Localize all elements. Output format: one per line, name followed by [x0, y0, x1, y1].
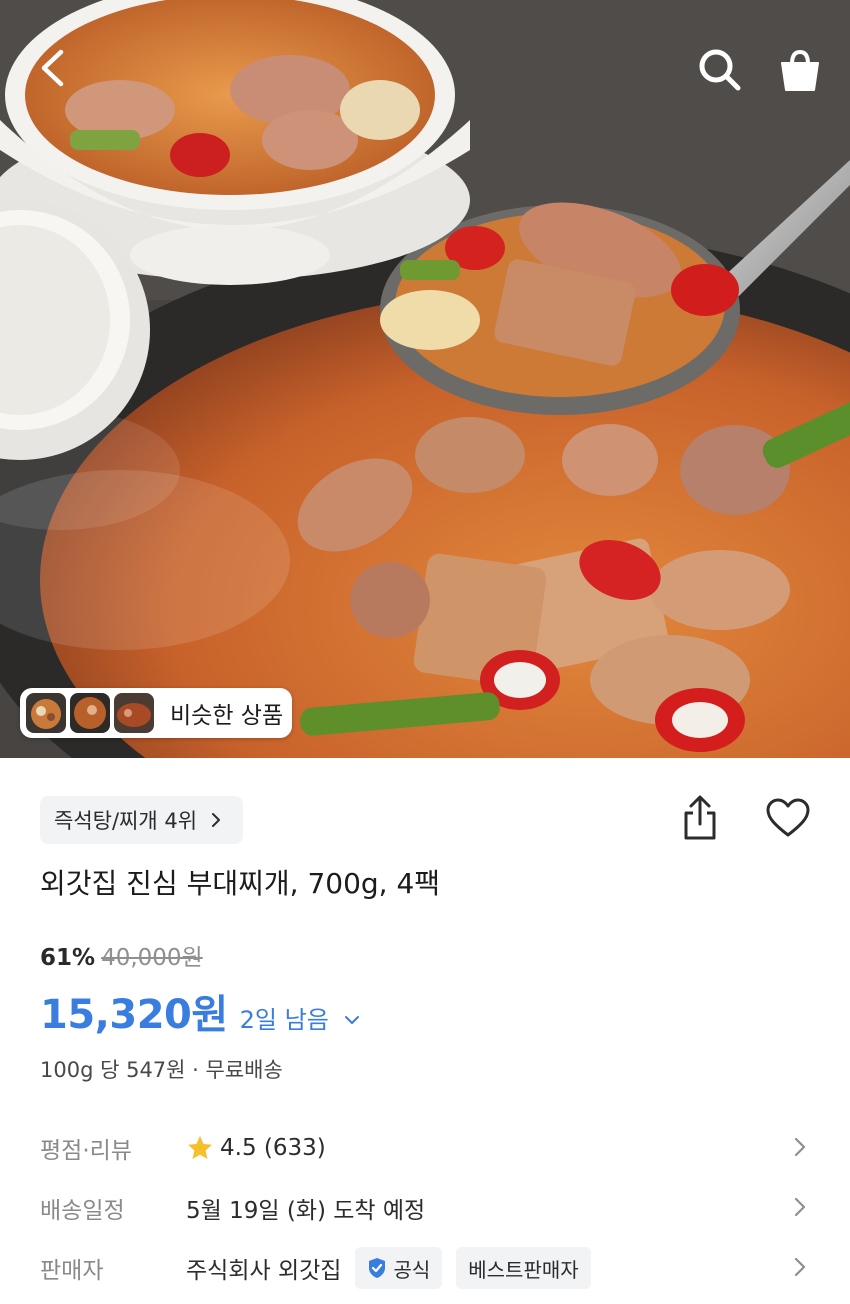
deal-remaining-label: 2일 남음 [239, 1006, 329, 1034]
share-icon [684, 795, 716, 840]
back-button[interactable] [22, 38, 82, 98]
similar-thumbnail [114, 693, 154, 733]
seller-label: 판매자 [40, 1258, 104, 1284]
deal-remaining-button[interactable]: 2일 남음 [240, 1000, 361, 1035]
rating-value: 4.5 (633) [220, 1135, 326, 1161]
seller-name: 주식회사 외갓집 [186, 1258, 342, 1284]
best-seller-badge: 베스트판매자 [456, 1247, 591, 1289]
delivery-row[interactable]: 배송일정 5월 19일 (화) 도착 예정 [40, 1186, 820, 1230]
chevron-down-icon [345, 1016, 360, 1024]
official-badge: 공식 [355, 1247, 443, 1289]
search-button[interactable] [690, 40, 750, 100]
chevron-right-icon [794, 1137, 806, 1157]
price-row: 15,320원 2일 남음 [40, 982, 360, 1040]
discount-row: 61% 40,000원 [40, 938, 203, 972]
similar-thumbnail [26, 693, 66, 733]
verified-shield-icon [369, 1258, 386, 1278]
chevron-right-icon [794, 1257, 806, 1277]
category-rank-label: 즉석탕/찌개 4위 [54, 809, 198, 833]
stew-photo [0, 0, 850, 758]
search-icon [699, 49, 741, 91]
unit-price-shipping: 100g 당 547원 · 무료배송 [40, 1058, 283, 1082]
shopping-bag-icon [781, 49, 819, 91]
star-icon [188, 1136, 212, 1159]
seller-row[interactable]: 판매자 주식회사 외갓집 공식 베스트판매자 [40, 1246, 820, 1290]
chevron-right-icon [794, 1197, 806, 1217]
chevron-left-icon [41, 49, 64, 87]
delivery-label: 배송일정 [40, 1198, 125, 1224]
product-title: 외갓집 진심 부대찌개, 700g, 4팩 [40, 867, 441, 900]
original-price: 40,000원 [101, 945, 203, 971]
rating-label: 평점·리뷰 [40, 1138, 132, 1164]
category-rank-chip[interactable]: 즉석탕/찌개 4위 [40, 796, 244, 844]
best-seller-badge-label: 베스트판매자 [468, 1257, 579, 1282]
discount-rate: 61% [40, 945, 96, 971]
official-badge-label: 공식 [393, 1257, 431, 1282]
heart-icon [766, 798, 810, 837]
similar-products-button[interactable]: 비슷한 상품 [20, 688, 292, 738]
share-button[interactable] [672, 790, 728, 846]
delivery-value: 5월 19일 (화) 도착 예정 [186, 1198, 426, 1224]
wishlist-button[interactable] [758, 790, 818, 846]
chevron-right-icon [212, 813, 221, 827]
similar-products-label: 비슷한 상품 [170, 703, 284, 729]
rating-row[interactable]: 평점·리뷰 4.5 (633) [40, 1126, 820, 1170]
sale-price: 15,320원 [40, 992, 228, 1038]
product-image[interactable]: 비슷한 상품 [0, 0, 850, 758]
cart-button[interactable] [770, 40, 830, 100]
similar-thumbnail [70, 693, 110, 733]
